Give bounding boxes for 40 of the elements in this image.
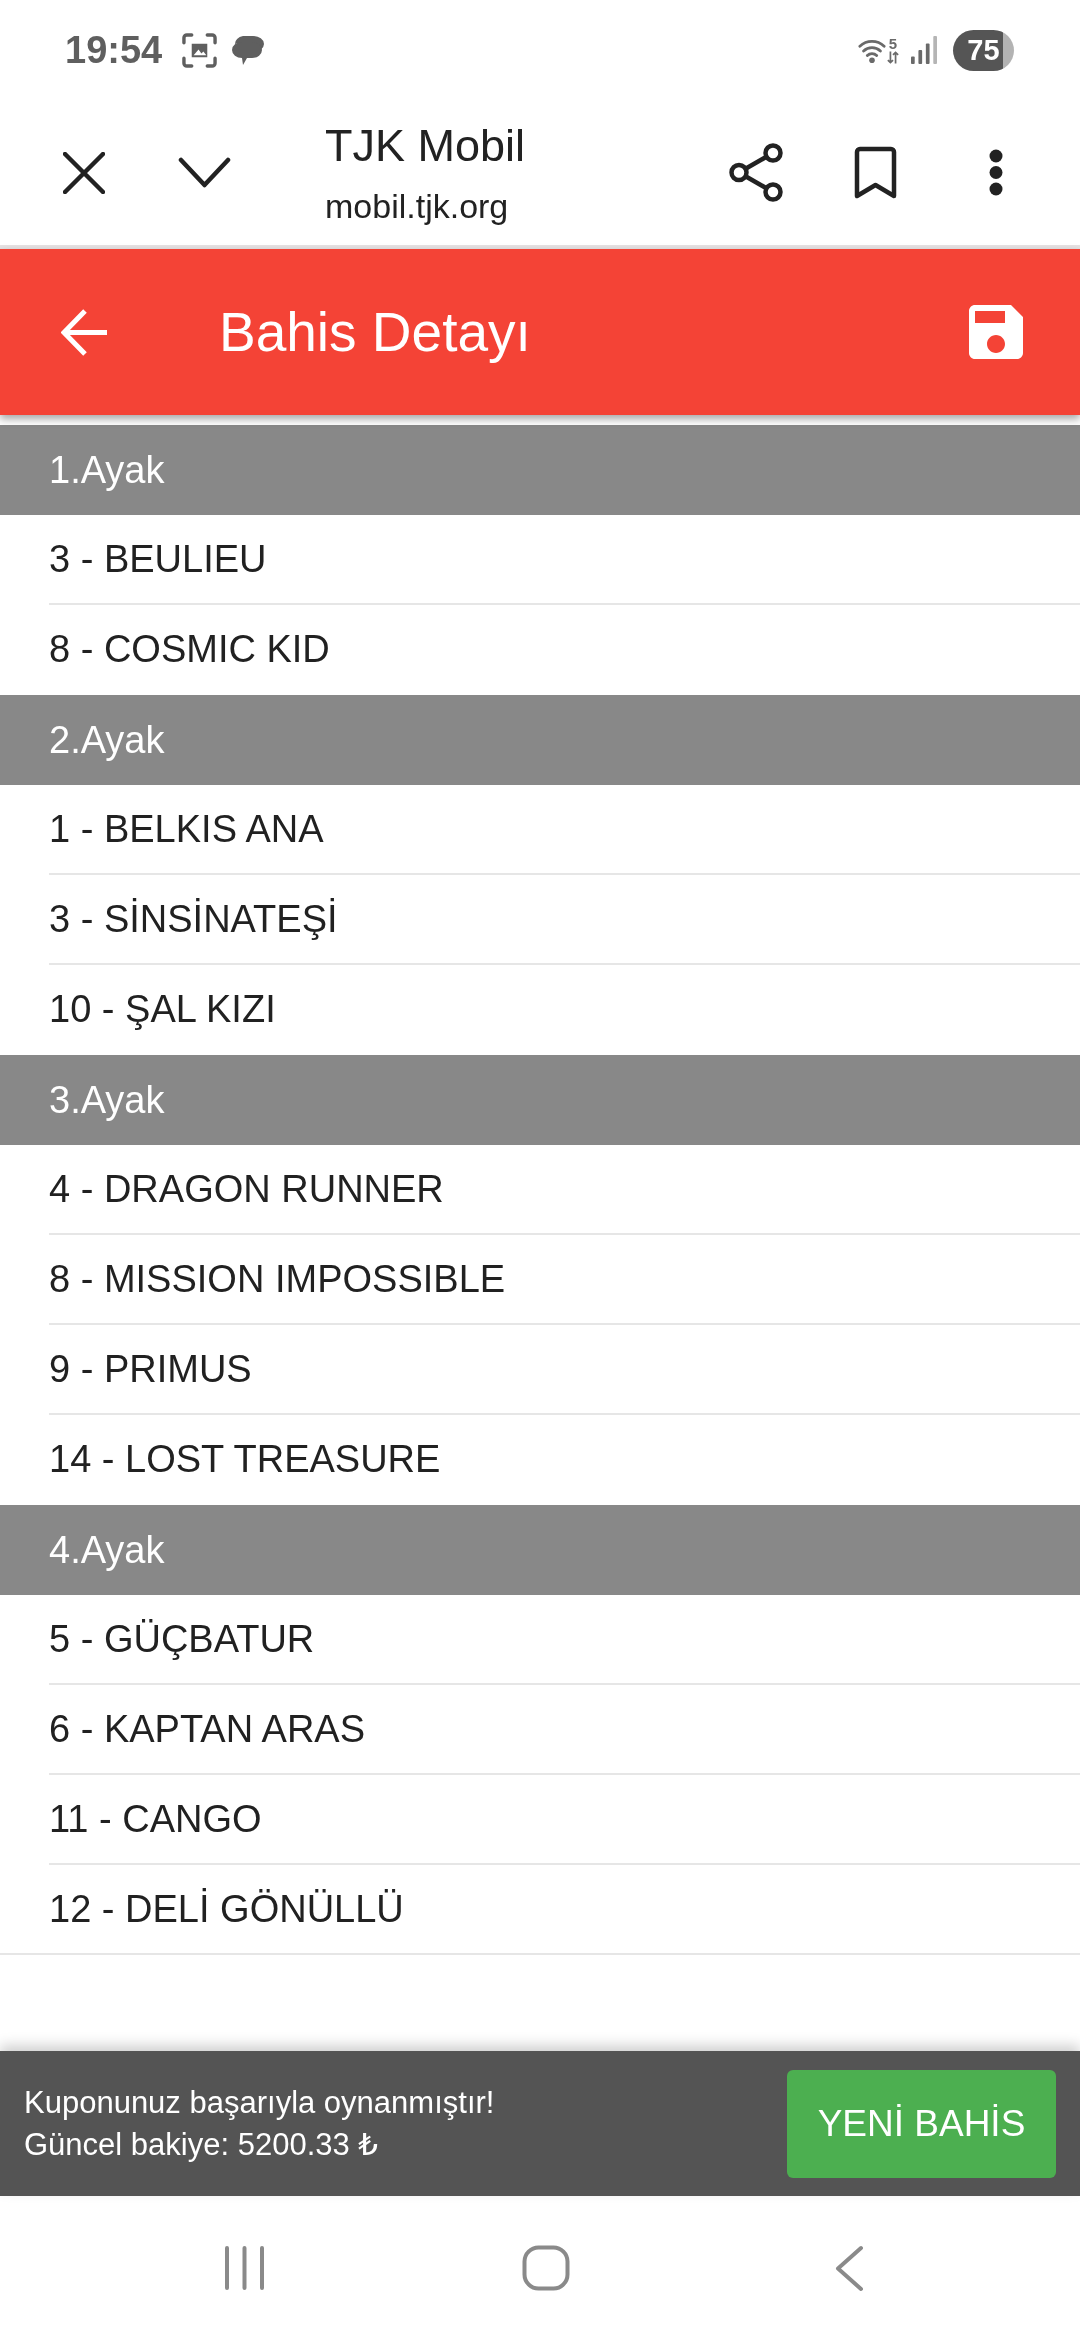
screen-title: Bahis Detayı: [219, 300, 531, 364]
leg-header: 1.Ayak: [0, 425, 1080, 515]
horse-entry: 9 - PRIMUS: [49, 1325, 1080, 1415]
data-arrows-icon: [887, 50, 899, 64]
screenshot-icon: [182, 32, 218, 68]
snackbar-message: Kuponunuz başarıyla oynanmıştır!: [24, 2083, 495, 2122]
signal-icon: [911, 36, 937, 64]
horse-entry: 8 - COSMIC KID: [49, 626, 331, 672]
new-bet-button[interactable]: YENİ BAHİS: [787, 2069, 1056, 2178]
horse-entry: 6 - KAPTAN ARAS: [49, 1685, 1080, 1775]
back-icon[interactable]: [835, 2244, 864, 2292]
leg-header: 3.Ayak: [0, 1055, 1080, 1145]
bookmark-icon[interactable]: [854, 146, 897, 199]
horse-entry: 11 - CANGO: [49, 1775, 1080, 1865]
page-url: mobil.tjk.org: [325, 185, 510, 226]
chevron-down-icon[interactable]: [178, 157, 231, 188]
horse-entry: 3 - SİNSİNATEŞİ: [49, 875, 1080, 965]
horse-entry: 10 - ŞAL KIZI: [49, 986, 277, 1032]
horse-entry: 3 - BEULIEU: [49, 515, 1080, 605]
chat-bubble-icon: [231, 35, 265, 65]
back-arrow-icon[interactable]: [61, 307, 108, 357]
share-icon[interactable]: [729, 143, 784, 202]
status-time: 19:54: [65, 28, 163, 72]
horse-entry: 1 - BELKIS ANA: [49, 785, 1080, 875]
recent-apps-icon[interactable]: [224, 2246, 265, 2290]
horse-entry: 14 - LOST TREASURE: [49, 1436, 442, 1482]
horse-entry: 8 - MISSION IMPOSSIBLE: [49, 1235, 1080, 1325]
home-icon[interactable]: [522, 2245, 570, 2291]
close-icon[interactable]: [63, 151, 105, 194]
snackbar-message: Güncel bakiye: 5200.33 ₺: [24, 2125, 380, 2164]
horse-entry: 5 - GÜÇBATUR: [49, 1595, 1080, 1685]
battery-indicator: 75: [953, 29, 1014, 71]
more-options-icon[interactable]: [989, 149, 1003, 196]
horse-entry: 4 - DRAGON RUNNER: [49, 1145, 1080, 1235]
leg-header: 2.Ayak: [0, 695, 1080, 785]
leg-header: 4.Ayak: [0, 1505, 1080, 1595]
page-title: TJK Mobil: [325, 119, 526, 172]
network-type-label: 5: [888, 36, 898, 51]
horse-entry: 12 - DELİ GÖNÜLLÜ: [49, 1886, 405, 1932]
save-icon[interactable]: [969, 305, 1023, 359]
